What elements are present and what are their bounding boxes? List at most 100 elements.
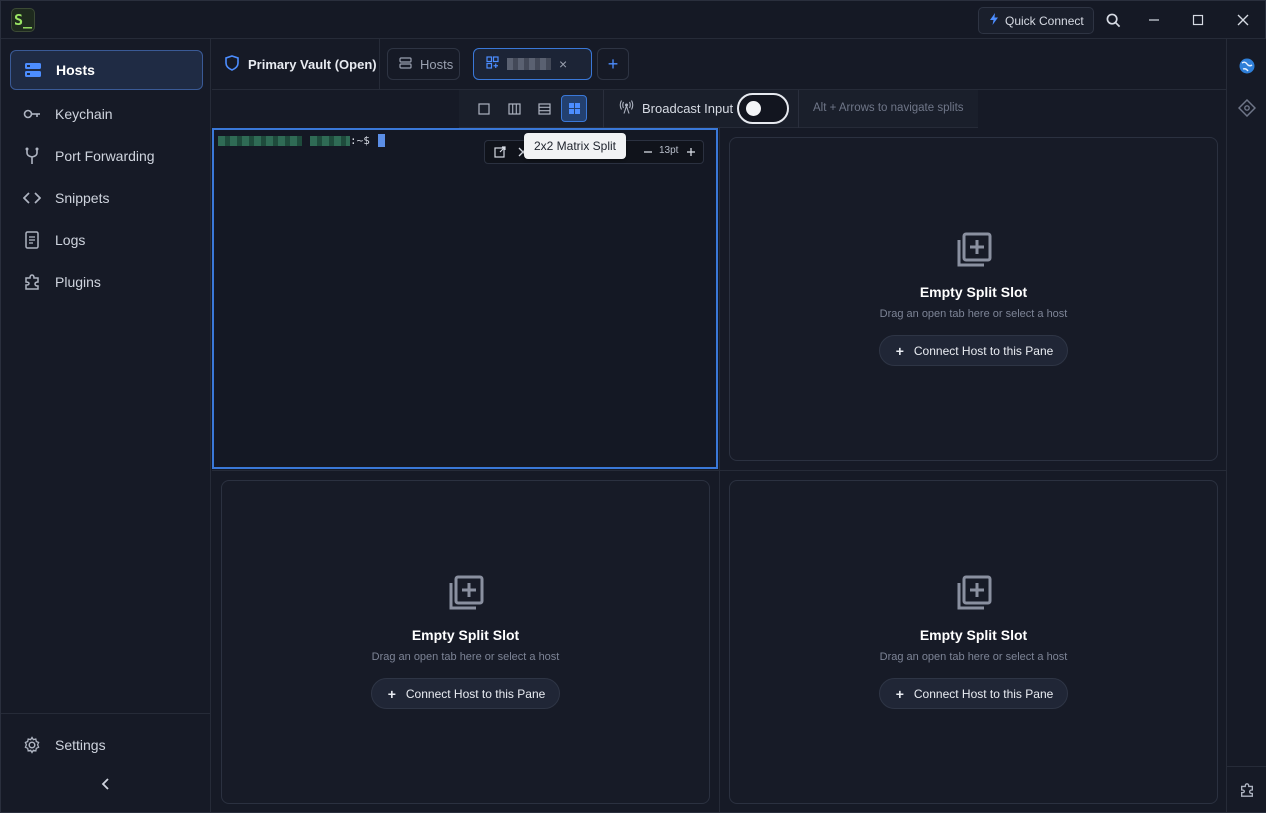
add-pane-icon [955, 231, 993, 274]
vertical-split-button[interactable] [501, 95, 527, 122]
sidebar-item-snippets[interactable]: Snippets [10, 178, 203, 218]
sidebar-item-port-forwarding[interactable]: Port Forwarding [10, 136, 203, 176]
puzzle-icon [23, 273, 41, 291]
plus-icon: + [895, 685, 904, 702]
logs-icon [23, 231, 41, 249]
redacted-hostname [310, 135, 350, 146]
empty-slot-subtitle: Drag an open tab here or select a host [371, 651, 560, 663]
connect-host-label: Connect Host to this Pane [913, 686, 1054, 701]
empty-split-pane[interactable]: Empty Split Slot Drag an open tab here o… [729, 137, 1218, 461]
sidebar-divider [1, 713, 210, 714]
fork-icon [23, 147, 41, 165]
lightning-icon [989, 13, 999, 28]
app-window: S_ Quick Connect Hosts Keychain Port For… [0, 0, 1266, 813]
prompt-suffix: :~$ [350, 134, 370, 147]
connect-host-button[interactable]: + Connect Host to this Pane [878, 678, 1069, 709]
empty-slot-subtitle: Drag an open tab here or select a host [879, 651, 1068, 663]
add-pane-icon [447, 574, 485, 617]
connect-host-label: Connect Host to this Pane [913, 343, 1054, 358]
right-rail [1226, 39, 1266, 812]
code-icon [23, 189, 41, 207]
sidebar-item-settings[interactable]: Settings [10, 725, 203, 765]
gear-icon [23, 736, 41, 754]
empty-split-pane[interactable]: Empty Split Slot Drag an open tab here o… [221, 480, 710, 804]
sidebar-item-hosts[interactable]: Hosts [10, 50, 203, 90]
tab-label: Hosts [420, 56, 454, 72]
terminal-prompt: :~$ [218, 134, 385, 147]
empty-slot-subtitle: Drag an open tab here or select a host [879, 308, 1068, 320]
add-tab-button[interactable]: + [597, 48, 629, 80]
decrease-font-icon[interactable] [641, 145, 655, 159]
connect-host-label: Connect Host to this Pane [405, 686, 546, 701]
vault-indicator[interactable]: Primary Vault (Open) [212, 39, 380, 89]
font-size-value: 13pt [659, 145, 679, 156]
key-icon [23, 105, 41, 123]
grid-add-icon [486, 56, 499, 72]
plus-icon: + [895, 342, 904, 359]
sidebar-item-label: Snippets [55, 190, 110, 206]
popout-icon[interactable] [493, 145, 507, 159]
empty-slot-content: Empty Split Slot Drag an open tab here o… [222, 574, 709, 709]
empty-split-pane[interactable]: Empty Split Slot Drag an open tab here o… [729, 480, 1218, 804]
horizontal-split-button[interactable] [531, 95, 557, 122]
terminal-cursor [377, 134, 385, 147]
minimize-icon[interactable] [1143, 9, 1165, 31]
search-icon[interactable] [1102, 9, 1124, 31]
broadcast-icon [619, 100, 634, 117]
increase-font-icon[interactable] [684, 145, 698, 159]
toggle-knob [746, 101, 761, 116]
plus-icon: + [387, 685, 396, 702]
app-logo: S_ [11, 8, 35, 32]
empty-slot-title: Empty Split Slot [919, 284, 1028, 300]
toolbar-separator [798, 90, 799, 128]
single-layout-button[interactable] [471, 95, 497, 122]
maximize-icon[interactable] [1187, 9, 1209, 31]
sidebar-item-label: Logs [55, 232, 86, 248]
sidebar-item-logs[interactable]: Logs [10, 220, 203, 260]
sidebar-item-plugins[interactable]: Plugins [10, 262, 203, 302]
puzzle-icon[interactable] [1237, 780, 1257, 800]
rail-divider [1227, 766, 1266, 767]
globe-icon[interactable] [1237, 56, 1257, 76]
sidebar-item-keychain[interactable]: Keychain [10, 94, 203, 134]
title-bar: S_ Quick Connect [1, 1, 1265, 39]
tab-bar: Primary Vault (Open) Hosts × + [212, 39, 1226, 90]
split-toolbar: Broadcast Input Alt + Arrows to navigate… [459, 90, 978, 128]
vault-label: Primary Vault (Open) [248, 56, 377, 72]
close-tab-icon[interactable]: × [559, 56, 567, 72]
connect-host-button[interactable]: + Connect Host to this Pane [370, 678, 561, 709]
tab-split-session[interactable]: × [473, 48, 592, 80]
empty-slot-title: Empty Split Slot [411, 627, 520, 643]
chevron-left-icon[interactable] [97, 775, 115, 793]
layout-tooltip: 2x2 Matrix Split [524, 133, 626, 159]
diamond-icon[interactable] [1237, 98, 1257, 118]
grid-divider [719, 128, 720, 812]
navigation-hint: Alt + Arrows to navigate splits [813, 102, 964, 114]
sidebar: Hosts Keychain Port Forwarding Snippets … [1, 39, 211, 812]
tab-hosts[interactable]: Hosts [387, 48, 460, 80]
hosts-icon [24, 61, 42, 79]
terminal-pane[interactable]: :~$ 13pt [212, 128, 718, 469]
toolbar-separator [603, 90, 604, 128]
sidebar-item-label: Settings [55, 737, 106, 753]
sidebar-item-label: Port Forwarding [55, 148, 155, 164]
empty-slot-title: Empty Split Slot [919, 627, 1028, 643]
sidebar-item-label: Plugins [55, 274, 101, 290]
matrix-split-button[interactable] [561, 95, 587, 122]
sidebar-item-label: Keychain [55, 106, 113, 122]
hosts-icon [399, 56, 412, 72]
close-window-icon[interactable] [1232, 9, 1254, 31]
broadcast-label: Broadcast Input [642, 101, 734, 116]
quick-connect-label: Quick Connect [1005, 13, 1084, 28]
empty-slot-content: Empty Split Slot Drag an open tab here o… [730, 231, 1217, 366]
add-pane-icon [955, 574, 993, 617]
sidebar-item-label: Hosts [56, 62, 95, 78]
empty-slot-content: Empty Split Slot Drag an open tab here o… [730, 574, 1217, 709]
quick-connect-button[interactable]: Quick Connect [978, 7, 1094, 34]
redacted-tab-name [507, 58, 551, 70]
broadcast-toggle[interactable] [737, 93, 789, 124]
broadcast-input: Broadcast Input [619, 100, 733, 117]
redacted-username [218, 135, 302, 146]
shield-icon [225, 54, 239, 74]
connect-host-button[interactable]: + Connect Host to this Pane [878, 335, 1069, 366]
